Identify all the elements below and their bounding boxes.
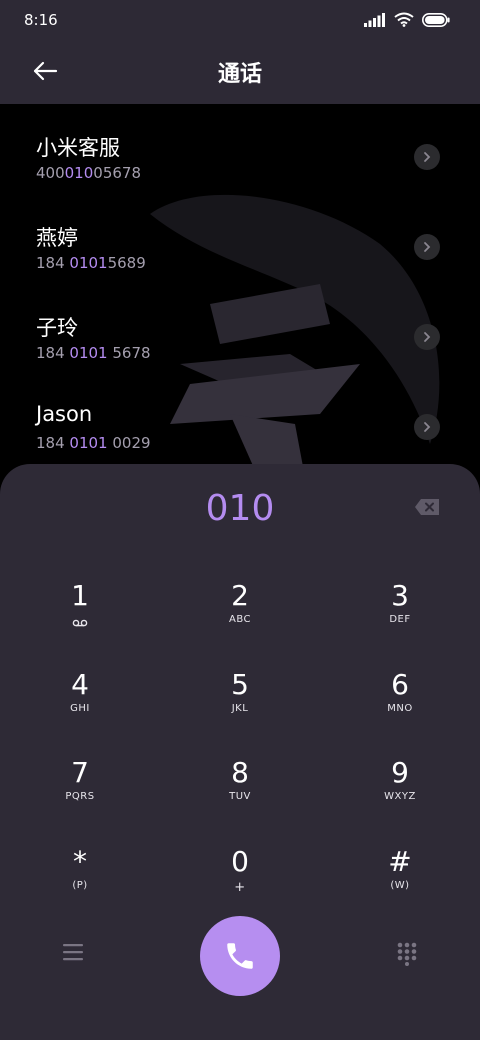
- chevron-right-icon[interactable]: [414, 234, 440, 260]
- app-header: 通话: [0, 40, 480, 104]
- key-letters: JKL: [231, 703, 249, 714]
- contact-row[interactable]: Jason 184 0101 0029: [0, 374, 480, 464]
- key-digit: 8: [231, 756, 249, 789]
- key-digit: 5: [231, 668, 249, 701]
- backspace-icon[interactable]: [414, 498, 440, 516]
- key-letters: +: [234, 880, 246, 895]
- contact-number: 184 01015689: [36, 254, 146, 272]
- key-2[interactable]: 2 ABC: [180, 580, 300, 650]
- contact-number: 40001005678: [36, 164, 141, 182]
- key-letters: DEF: [389, 614, 411, 625]
- key-8[interactable]: 8 TUV: [180, 757, 300, 827]
- contact-row[interactable]: 燕婷 184 01015689: [0, 194, 480, 284]
- status-icons: [364, 12, 450, 27]
- status-time: 8:16: [24, 11, 58, 29]
- contact-row[interactable]: 子玲 184 0101 5678: [0, 284, 480, 374]
- contact-list: 小米客服 40001005678 燕婷 184 01015689 子玲 184 …: [0, 104, 480, 484]
- key-letters: TUV: [229, 791, 251, 802]
- key-letters: (P): [72, 880, 88, 891]
- key-letters: PQRS: [65, 791, 95, 802]
- key-letters: MNO: [387, 703, 413, 714]
- chevron-right-icon[interactable]: [414, 414, 440, 440]
- chevron-right-icon[interactable]: [414, 324, 440, 350]
- key-4[interactable]: 4 GHI: [20, 669, 140, 739]
- key-digit: #: [388, 845, 412, 878]
- contact-name: Jason: [36, 402, 93, 426]
- contact-name: 子玲: [36, 316, 78, 340]
- contact-number: 184 0101 5678: [36, 344, 151, 362]
- key-digit: 3: [391, 579, 409, 612]
- phone-icon: [227, 943, 253, 969]
- key-9[interactable]: 9 WXYZ: [340, 757, 460, 827]
- contact-name: 燕婷: [36, 226, 78, 250]
- key-letters: WXYZ: [384, 791, 416, 802]
- page-title: 通话: [217, 62, 262, 87]
- key-3[interactable]: 3 DEF: [340, 580, 460, 650]
- key-digit: 7: [71, 756, 89, 789]
- dialed-number: 010: [205, 488, 275, 529]
- key-7[interactable]: 7 PQRS: [20, 757, 140, 827]
- key-digit: 4: [71, 668, 89, 701]
- key-0[interactable]: 0 +: [180, 846, 300, 916]
- key-letters: GHI: [70, 703, 90, 714]
- key-letters: ABC: [228, 614, 251, 625]
- chevron-right-icon[interactable]: [414, 144, 440, 170]
- dialpad-panel: 010 1 2 ABC 3 DEF 4 GHI 5 JKL 6 MNO 7 PQ…: [0, 464, 480, 1040]
- key-hash[interactable]: # (W): [340, 846, 460, 916]
- contact-number: 184 0101 0029: [36, 434, 151, 452]
- key-digit: 2: [231, 579, 249, 612]
- wifi-icon: [394, 12, 414, 27]
- battery-icon: [422, 12, 450, 27]
- menu-icon[interactable]: [62, 942, 84, 962]
- contact-row[interactable]: 小米客服 40001005678: [0, 104, 480, 194]
- signal-icon: [364, 12, 385, 27]
- key-6[interactable]: 6 MNO: [340, 669, 460, 739]
- key-5[interactable]: 5 JKL: [180, 669, 300, 739]
- key-digit: *: [73, 845, 87, 878]
- call-button[interactable]: [200, 916, 280, 996]
- key-digit: 9: [391, 756, 409, 789]
- key-1[interactable]: 1: [20, 580, 140, 650]
- keypad-icon[interactable]: [396, 942, 418, 966]
- key-digit: 1: [71, 579, 89, 612]
- key-letters: (W): [390, 880, 410, 891]
- status-bar: 8:16: [0, 0, 480, 40]
- key-star[interactable]: * (P): [20, 846, 140, 916]
- key-digit: 6: [391, 668, 409, 701]
- voicemail-icon: [72, 619, 88, 627]
- contact-name: 小米客服: [36, 136, 120, 160]
- key-digit: 0: [231, 845, 249, 878]
